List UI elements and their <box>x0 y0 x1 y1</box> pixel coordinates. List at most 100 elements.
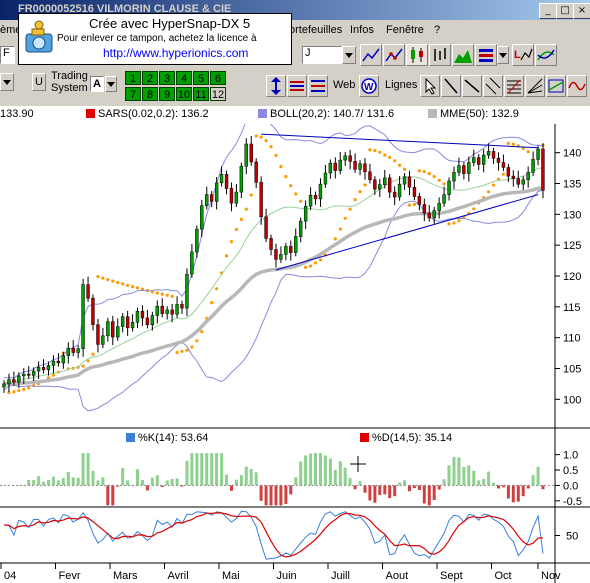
channel-tool[interactable] <box>483 75 503 97</box>
month-label: Nov <box>541 570 561 582</box>
histogram-bar-positive <box>403 480 406 486</box>
list-button[interactable] <box>308 75 328 97</box>
candle-body-down <box>387 177 392 193</box>
cycle-tool[interactable] <box>567 75 587 97</box>
stoch-d-swatch <box>360 433 369 442</box>
period-dropdown-button[interactable] <box>342 46 356 64</box>
histogram-bar-negative <box>353 485 357 490</box>
bar-chart-button[interactable] <box>429 44 451 66</box>
chart-area[interactable]: 100 105 110 115 120 125 130 135 140 1.0 0.5 0.0 -0.… <box>0 124 590 583</box>
candle-body-up <box>318 183 323 200</box>
menu-portefeuilles[interactable]: ortefeuilles <box>289 24 342 36</box>
quick-button-7[interactable]: 7 <box>125 87 141 101</box>
candle-body-down <box>541 148 545 191</box>
candlestick-button[interactable] <box>406 44 428 66</box>
sar-dot <box>131 285 135 289</box>
candle-body-down <box>427 212 431 219</box>
histogram-bar-positive <box>358 481 362 486</box>
menu-help[interactable]: ? <box>434 24 440 36</box>
candle-body-down <box>368 171 372 181</box>
close-button[interactable]: × <box>573 3 590 19</box>
quick-button-10[interactable]: 10 <box>176 87 192 101</box>
candle-body-down <box>313 194 318 200</box>
trading-system-field[interactable]: A <box>90 76 104 92</box>
quick-button-4[interactable]: 4 <box>176 71 192 85</box>
area-chart-button[interactable] <box>452 44 474 66</box>
u-button[interactable]: U <box>32 73 46 91</box>
candle-body-up <box>486 151 491 156</box>
price-tick-label: 120 <box>563 271 581 283</box>
fibonacci-tool[interactable] <box>504 75 524 97</box>
candle <box>541 143 545 199</box>
regression-tool[interactable] <box>546 75 566 97</box>
candle-body-up <box>531 159 535 173</box>
sar-dot <box>432 174 436 179</box>
candle-body-down <box>96 324 100 345</box>
price-tick-label: 125 <box>563 240 581 252</box>
histogram-bar-negative <box>417 485 421 490</box>
candle-body-down <box>516 178 520 185</box>
ray-tool[interactable] <box>462 75 482 97</box>
histogram-bar-positive <box>215 453 219 486</box>
candle-body-down <box>462 165 466 174</box>
wave-icon <box>568 81 586 91</box>
fan-tool[interactable] <box>525 75 545 97</box>
trading-system-dropdown[interactable] <box>105 76 117 92</box>
histogram-bar-positive <box>447 465 451 486</box>
menu-infos[interactable]: Infos <box>350 24 374 36</box>
sar-dot <box>447 222 451 226</box>
candle-body-down <box>229 188 234 204</box>
histogram-bar-positive <box>319 453 322 486</box>
web-button[interactable]: W <box>359 75 379 97</box>
histogram-bar-positive <box>309 453 313 486</box>
candle-body-down <box>407 176 412 188</box>
sar-dot <box>116 280 120 285</box>
indicator-button[interactable]: L <box>512 44 534 66</box>
mme-swatch <box>428 109 437 118</box>
symbol-field[interactable]: F <box>0 46 15 64</box>
pointer-tool[interactable] <box>420 75 440 97</box>
scroll-left-button[interactable] <box>0 73 14 91</box>
quick-button-12[interactable]: 12 <box>210 87 226 101</box>
zoom-horizontal-button[interactable] <box>287 75 307 97</box>
histogram-bar-negative <box>368 485 372 501</box>
quick-button-3[interactable]: 3 <box>159 71 175 85</box>
menu-fenetre[interactable]: Fenêtre <box>386 24 424 36</box>
candle-body-down <box>27 373 31 376</box>
quick-button-9[interactable]: 9 <box>159 87 175 101</box>
histogram-bar-positive <box>338 461 342 486</box>
candle-body-up <box>81 284 85 349</box>
candle-body-up <box>279 254 283 260</box>
style-dropdown-button[interactable] <box>497 46 509 64</box>
overlay-button[interactable] <box>535 44 557 66</box>
watermark-link[interactable]: http://www.hyperionics.com <box>103 46 248 60</box>
candle-body-up <box>190 251 194 275</box>
maximize-button[interactable]: □ <box>556 3 574 19</box>
volume-button[interactable] <box>475 44 497 66</box>
histogram-bar-negative <box>373 485 377 503</box>
histogram-bar-positive <box>225 474 228 486</box>
sar-dot <box>249 193 253 197</box>
quick-button-1[interactable]: 1 <box>125 71 141 85</box>
quick-button-5[interactable]: 5 <box>193 71 209 85</box>
sar-dot <box>338 227 342 231</box>
quick-button-11[interactable]: 11 <box>193 87 209 101</box>
zoom-vertical-button[interactable] <box>266 75 286 97</box>
mme-legend: MME(50): 132.9 <box>428 108 519 120</box>
period-field[interactable]: J <box>302 46 342 64</box>
month-label: Oct <box>495 570 512 582</box>
sar-dot <box>422 170 426 174</box>
quick-button-6[interactable]: 6 <box>210 71 226 85</box>
candle-body-up <box>294 236 298 253</box>
quick-button-2[interactable]: 2 <box>142 71 158 85</box>
candle-body-up <box>328 162 333 174</box>
web-label: Web <box>333 79 356 91</box>
watermark-line2: Pour enlever ce tampon, achetez la licen… <box>57 33 257 44</box>
histogram-bar-negative <box>541 485 545 490</box>
quick-button-8[interactable]: 8 <box>142 87 158 101</box>
lines-label: Lignes <box>385 79 418 91</box>
line-markers-button[interactable] <box>383 44 405 66</box>
minimize-button[interactable]: _ <box>539 3 557 19</box>
trendline-tool[interactable] <box>441 75 461 97</box>
line-chart-button[interactable] <box>360 44 382 66</box>
